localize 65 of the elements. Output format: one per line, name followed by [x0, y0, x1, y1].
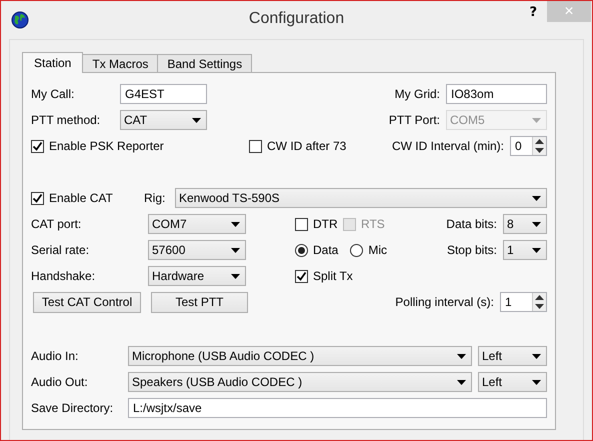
input-field[interactable]: IO83om — [446, 84, 547, 104]
field-label: Save Directory: — [31, 401, 114, 415]
caret-icon — [231, 274, 240, 278]
up-arrow-icon[interactable] — [535, 295, 544, 300]
caret-icon — [231, 222, 240, 226]
field-label: Handshake: — [31, 269, 96, 283]
help-button[interactable]: ? — [519, 5, 547, 20]
check-mark-icon — [32, 192, 43, 204]
radio-button[interactable]: Data — [295, 243, 338, 257]
spin-box[interactable]: 1 — [500, 292, 547, 312]
globe-icon — [11, 11, 29, 29]
field-label: Serial rate: — [31, 243, 90, 257]
spin-box[interactable]: 0 — [510, 136, 547, 156]
tab[interactable]: Band Settings — [157, 54, 252, 72]
dropdown[interactable]: 1 — [503, 240, 547, 260]
checkbox[interactable]: Enable CAT — [31, 191, 144, 205]
up-arrow-icon[interactable] — [535, 139, 544, 144]
caret-icon — [532, 196, 541, 200]
caret-icon — [192, 118, 201, 122]
caret-icon — [457, 354, 466, 358]
checkbox[interactable]: DTR — [295, 217, 343, 231]
caret-icon — [532, 354, 541, 358]
field-label: PTT method: — [31, 113, 102, 127]
field-label: Stop bits: — [446, 243, 497, 257]
check-mark-icon — [296, 270, 307, 282]
caret-icon — [532, 222, 541, 226]
window-title: Configuration — [248, 10, 344, 28]
down-arrow-icon[interactable] — [535, 148, 544, 153]
input-field[interactable]: G4EST — [120, 84, 207, 104]
checkbox[interactable]: CW ID after 73 — [249, 139, 346, 153]
dropdown[interactable]: 8 — [503, 214, 547, 234]
caret-icon — [532, 118, 541, 122]
check-mark-icon — [32, 140, 43, 152]
dropdown[interactable]: Left — [478, 372, 547, 392]
checkbox[interactable]: Enable PSK Reporter — [31, 139, 249, 153]
caret-icon — [231, 248, 240, 252]
down-arrow-icon[interactable] — [535, 304, 544, 309]
dropdown[interactable]: Left — [478, 346, 547, 366]
dropdown[interactable]: CAT — [120, 110, 207, 130]
input-field[interactable]: L:/wsjtx/save — [128, 398, 547, 418]
push-button[interactable]: Test PTT — [151, 292, 248, 312]
dropdown[interactable]: Kenwood TS-590S — [175, 188, 547, 208]
dropdown[interactable]: Microphone (USB Audio CODEC ) — [128, 346, 472, 366]
caret-icon — [532, 380, 541, 384]
field-label: Polling interval (s): — [395, 295, 494, 309]
field-label: CW ID Interval (min): — [392, 139, 504, 153]
radio-button[interactable]: Mic — [350, 243, 388, 257]
dropdown[interactable]: Hardware — [148, 266, 246, 286]
dropdown[interactable]: COM7 — [148, 214, 246, 234]
dropdown[interactable]: Speakers (USB Audio CODEC ) — [128, 372, 472, 392]
field-label: My Grid: — [394, 87, 440, 101]
caret-icon — [457, 380, 466, 384]
checkbox[interactable]: Split Tx — [295, 269, 353, 283]
tab[interactable]: Station — [22, 52, 84, 73]
caret-icon — [532, 248, 541, 252]
field-label: Rig: — [144, 191, 166, 205]
field-label: CAT port: — [31, 217, 82, 231]
field-label: Audio Out: — [31, 375, 89, 389]
push-button[interactable]: Test CAT Control — [33, 292, 141, 312]
field-label: Data bits: — [446, 217, 497, 231]
field-label: My Call: — [31, 87, 76, 101]
field-label: PTT Port: — [388, 113, 440, 127]
field-label: Audio In: — [31, 349, 80, 363]
tab[interactable]: Tx Macros — [82, 54, 158, 72]
dropdown[interactable]: 57600 — [148, 240, 246, 260]
